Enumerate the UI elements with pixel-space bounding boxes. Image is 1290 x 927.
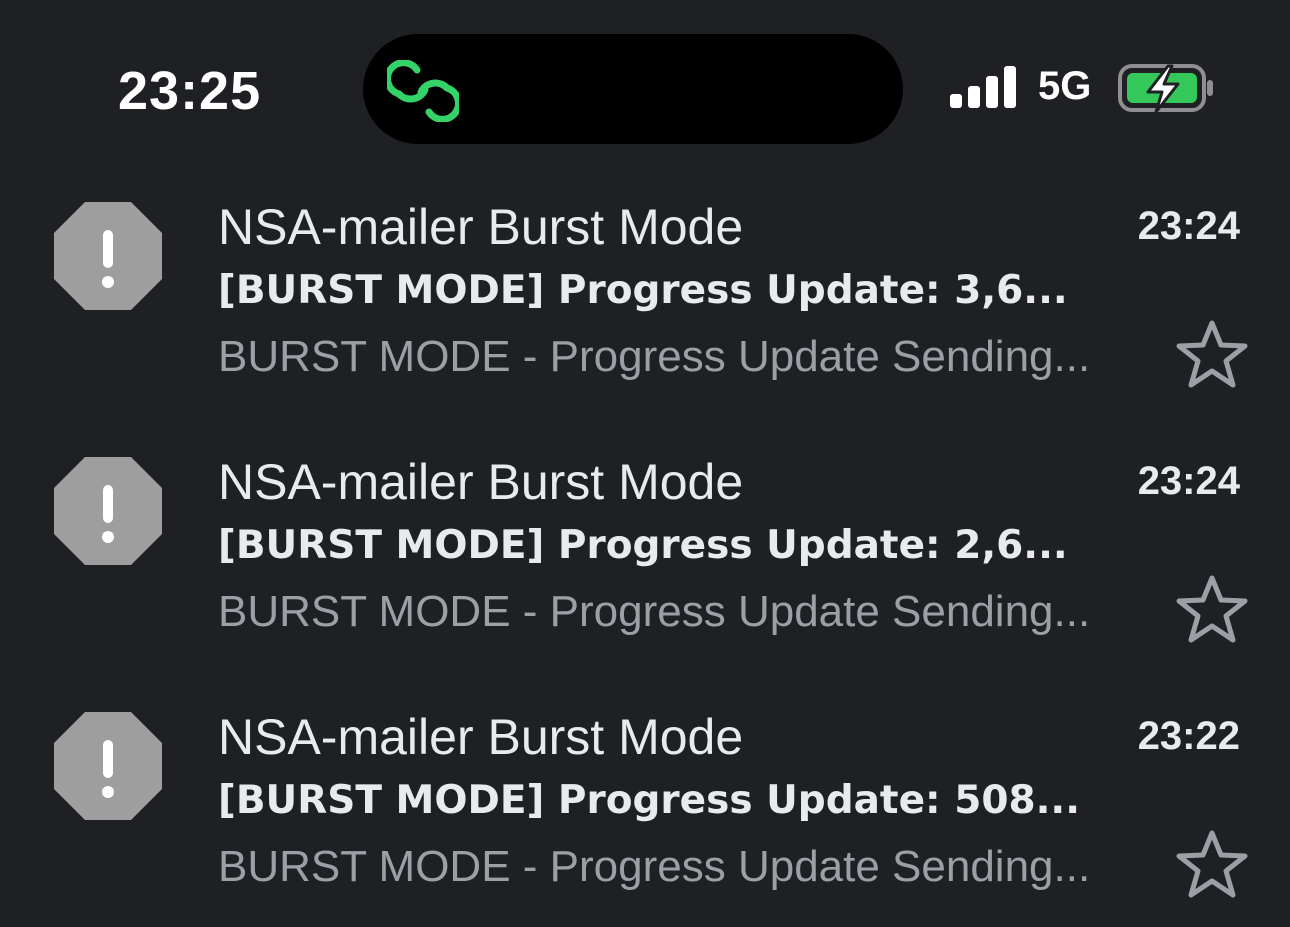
mail-item[interactable]: NSA-mailer Burst Mode 23:22 [BURST MODE]…: [0, 690, 1290, 920]
mail-item[interactable]: NSA-mailer Burst Mode 23:24 [BURST MODE]…: [0, 180, 1290, 410]
mail-sender: NSA-mailer Burst Mode: [218, 709, 744, 765]
mail-subject: [BURST MODE] Progress Update: 3,6...: [218, 268, 1068, 313]
cellular-signal-icon: [950, 66, 1016, 108]
mail-snippet: BURST MODE - Progress Update Sending...: [218, 332, 1091, 381]
battery-charging-icon: [1118, 64, 1213, 114]
status-time: 23:25: [118, 61, 262, 121]
star-outline-icon[interactable]: [1174, 828, 1250, 900]
alert-octagon-icon: [54, 712, 162, 820]
mail-item[interactable]: NSA-mailer Burst Mode 23:24 [BURST MODE]…: [0, 435, 1290, 665]
network-type-label: 5G: [1038, 64, 1092, 108]
mail-subject: [BURST MODE] Progress Update: 2,6...: [218, 523, 1068, 568]
mail-time: 23:22: [1137, 714, 1240, 758]
star-outline-icon[interactable]: [1174, 573, 1250, 645]
mail-time: 23:24: [1137, 204, 1240, 248]
mail-sender: NSA-mailer Burst Mode: [218, 454, 744, 510]
mail-subject: [BURST MODE] Progress Update: 508...: [218, 778, 1081, 823]
status-bar: 23:25 5G: [0, 0, 1290, 170]
link-rings-icon: [387, 60, 459, 122]
mail-sender: NSA-mailer Burst Mode: [218, 199, 744, 255]
mail-time: 23:24: [1137, 459, 1240, 503]
mail-snippet: BURST MODE - Progress Update Sending...: [218, 587, 1091, 636]
alert-octagon-icon: [54, 202, 162, 310]
mail-snippet: BURST MODE - Progress Update Sending...: [218, 842, 1091, 891]
alert-octagon-icon: [54, 457, 162, 565]
star-outline-icon[interactable]: [1174, 318, 1250, 390]
dynamic-island[interactable]: [363, 34, 903, 144]
